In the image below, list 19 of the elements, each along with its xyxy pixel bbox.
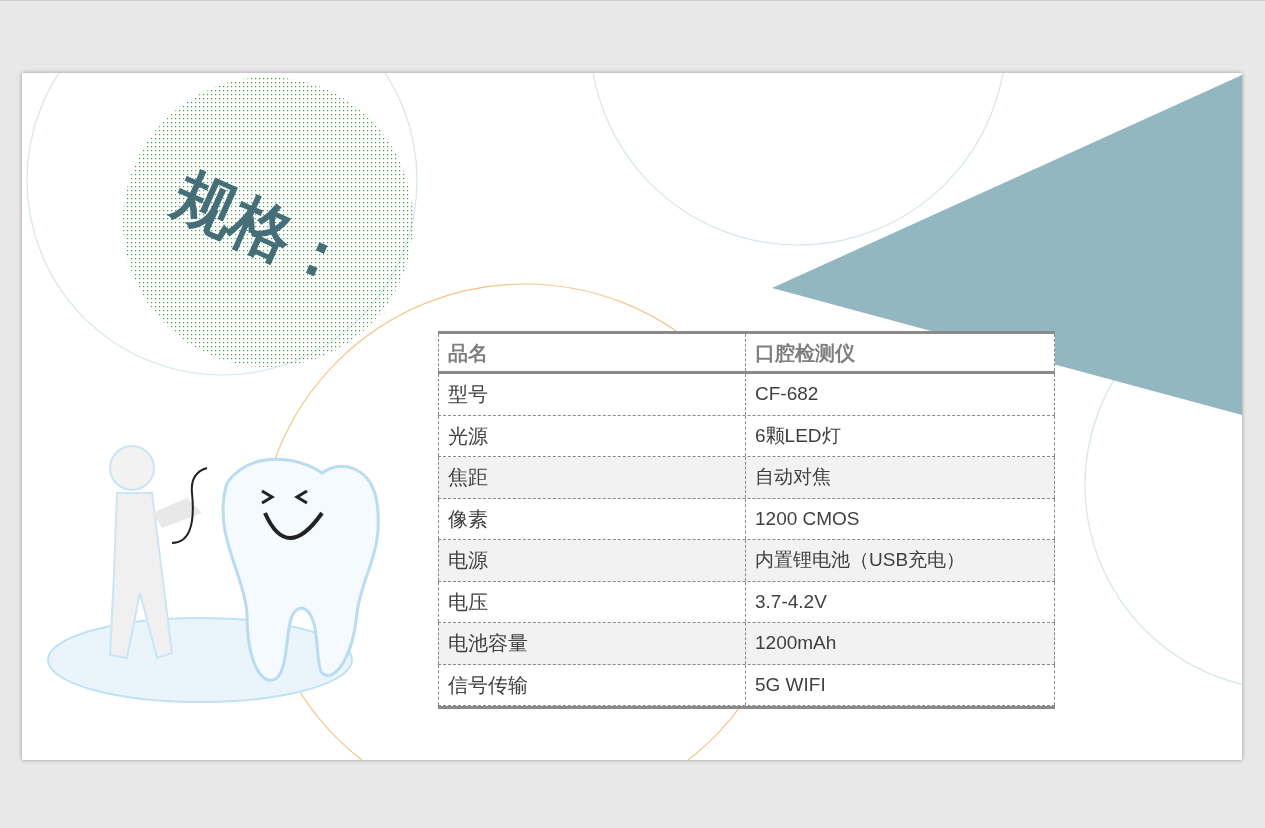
table-cell: CF-682 xyxy=(746,374,1055,415)
table-cell: 自动对焦 xyxy=(746,457,1055,498)
table-cell: 5G WIFI xyxy=(746,664,1055,705)
table-cell: 焦距 xyxy=(438,457,746,498)
slide-title: 规格： xyxy=(164,163,360,296)
table-cell: 内置锂电池（USB充电） xyxy=(746,540,1055,581)
table-header-cell: 品名 xyxy=(438,334,746,371)
table-cell: 6颗LED灯 xyxy=(746,415,1055,456)
table-cell: 3.7-4.2V xyxy=(746,581,1055,622)
table-cell: 电源 xyxy=(438,540,746,581)
table-cell: 1200 CMOS xyxy=(746,498,1055,539)
table-cell: 光源 xyxy=(438,415,746,456)
table-cell: 像素 xyxy=(438,498,746,539)
table-cell: 电池容量 xyxy=(438,623,746,664)
table-header-cell: 口腔检测仪 xyxy=(746,334,1055,371)
table-cell: 1200mAh xyxy=(746,623,1055,664)
table-cell: 信号传输 xyxy=(438,664,746,705)
table-cell: 电压 xyxy=(438,581,746,622)
table-cell: 型号 xyxy=(438,374,746,415)
